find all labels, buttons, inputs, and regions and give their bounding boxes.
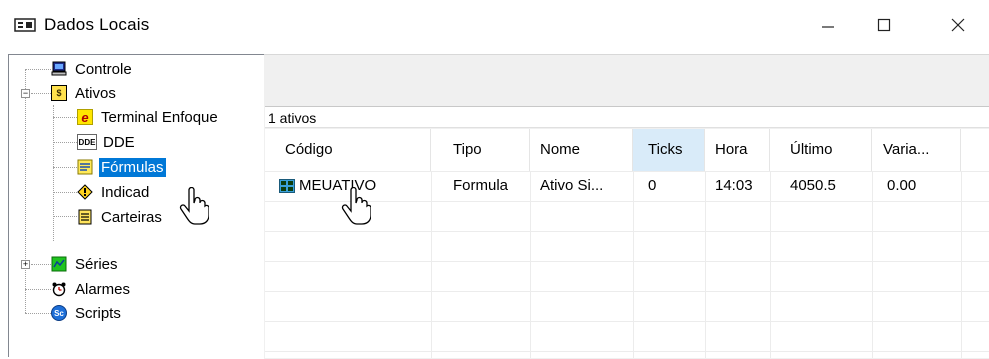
close-button[interactable] (936, 8, 980, 42)
tree-item-label: Terminal Enfoque (101, 108, 218, 126)
title-bar: Dados Locais (0, 0, 989, 50)
tree-item-scripts[interactable]: Sc Scripts (51, 301, 123, 325)
table-row[interactable]: MEUATIVO Formula Ativo Si... 0 14:03 405… (265, 171, 989, 201)
tree-item-label: Scripts (75, 304, 121, 322)
enfoque-e-icon: e (77, 109, 93, 125)
tree-item-terminal-enfoque[interactable]: e Terminal Enfoque (77, 105, 220, 129)
column-header-tipo[interactable]: Tipo (431, 129, 530, 171)
collapse-toggle-ativos[interactable]: − (21, 89, 30, 98)
app-icon (14, 18, 36, 32)
asset-count-label: 1 ativos (265, 106, 989, 128)
expand-toggle-series[interactable]: + (21, 260, 30, 269)
cell-ticks: 0 (648, 177, 657, 194)
tree-item-ativos[interactable]: $ Ativos (51, 81, 118, 105)
formula-icon (77, 159, 93, 175)
tree-item-label: Ativos (75, 84, 116, 102)
formula-asset-icon (279, 179, 295, 193)
cell-ultimo: 4050.5 (790, 177, 836, 194)
tree-panel[interactable]: Controle − $ Ativos e Terminal Enfoque D… (8, 54, 265, 357)
alarm-clock-icon (52, 282, 66, 297)
dde-icon: DDE (77, 134, 97, 150)
tree-item-label: Séries (75, 255, 118, 273)
tree-item-indicadores[interactable]: Indicad (77, 180, 151, 204)
computer-icon (51, 61, 67, 76)
maximize-button[interactable] (862, 8, 906, 42)
column-header-hora[interactable]: Hora (705, 129, 770, 171)
tree-item-label: Carteiras (101, 208, 162, 226)
tree-item-alarmes[interactable]: Alarmes (51, 277, 132, 301)
series-chart-icon (51, 256, 67, 272)
cell-hora: 14:03 (715, 177, 753, 194)
tree-item-label: Alarmes (75, 280, 131, 298)
tree-item-label: Indicad (101, 183, 150, 201)
minimize-button[interactable] (806, 8, 850, 42)
cell-variacao: 0.00 (887, 177, 917, 194)
column-header-codigo[interactable]: Código (265, 129, 431, 171)
cell-nome: Ativo Si... (540, 177, 604, 194)
scripts-icon: Sc (51, 305, 67, 321)
column-header-ultimo[interactable]: Último (770, 129, 872, 171)
window-title: Dados Locais (44, 15, 150, 34)
tree-item-label: DDE (103, 133, 135, 151)
cell-codigo: MEUATIVO (299, 177, 377, 194)
tree-item-label: Fórmulas (99, 157, 166, 177)
dollar-icon: $ (51, 85, 67, 101)
tree-item-formulas[interactable]: Fórmulas (77, 155, 166, 179)
tree-item-carteiras[interactable]: Carteiras (77, 205, 164, 229)
column-header-variacao[interactable]: Varia... (872, 129, 961, 171)
minimize-icon (822, 26, 834, 28)
column-header-nome[interactable]: Nome (530, 129, 633, 171)
tree-item-series[interactable]: Séries (51, 252, 120, 276)
tree-item-label: Controle (75, 60, 132, 78)
assets-grid[interactable]: Código Tipo Nome Ticks Hora Último Varia… (265, 129, 989, 358)
maximize-icon (877, 18, 891, 32)
tree-item-controle[interactable]: Controle (51, 57, 134, 81)
column-header-ticks[interactable]: Ticks (633, 129, 705, 171)
close-icon (951, 18, 965, 32)
indicator-diamond-icon (77, 184, 93, 200)
portfolio-icon (78, 209, 92, 225)
tree-item-dde[interactable]: DDE DDE (77, 130, 137, 154)
hand-cursor-icon (179, 187, 209, 225)
cell-tipo: Formula (453, 177, 509, 194)
